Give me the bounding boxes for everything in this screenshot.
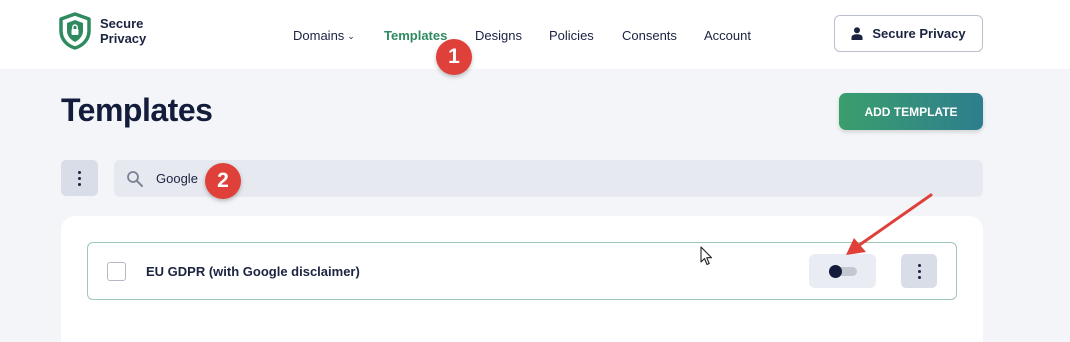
row-select-checkbox[interactable]	[107, 262, 126, 281]
template-row[interactable]: EU GDPR (with Google disclaimer)	[87, 242, 957, 300]
search-icon	[127, 170, 143, 187]
nav-item-designs[interactable]: Designs	[475, 28, 522, 43]
chevron-down-icon: ⌄	[347, 31, 355, 41]
brand-name: Secure Privacy	[100, 16, 146, 46]
nav-item-policies[interactable]: Policies	[549, 28, 594, 43]
nav-item-label: Domains	[293, 28, 345, 43]
bulk-actions-menu-button[interactable]	[61, 160, 98, 196]
brand-logo[interactable]: Secure Privacy	[58, 12, 146, 50]
nav-item-templates[interactable]: Templates	[384, 28, 447, 43]
template-enabled-toggle[interactable]	[809, 254, 876, 288]
nav-item-account[interactable]: Account	[704, 28, 751, 43]
page-title: Templates	[61, 92, 213, 128]
nav-item-consents[interactable]: Consents	[622, 28, 677, 43]
mouse-cursor-icon	[700, 246, 713, 266]
kebab-icon	[78, 170, 81, 186]
user-account-label: Secure Privacy	[872, 26, 966, 41]
template-name: EU GDPR (with Google disclaimer)	[146, 264, 360, 279]
user-icon	[851, 27, 863, 40]
brand-name-line2: Privacy	[100, 31, 147, 46]
nav-item-domains[interactable]: Domains ⌄	[293, 28, 355, 43]
user-account-button[interactable]: Secure Privacy	[834, 15, 983, 52]
step-badge-1: 1	[436, 39, 472, 75]
template-row-menu-button[interactable]	[901, 254, 937, 288]
search-bar[interactable]	[114, 160, 983, 197]
brand-name-line1: Secure	[100, 16, 144, 31]
search-input[interactable]	[156, 171, 856, 186]
shield-lock-icon	[59, 12, 91, 50]
add-template-button[interactable]: ADD TEMPLATE	[839, 93, 983, 130]
top-navbar: Secure Privacy Domains ⌄ Templates Design…	[0, 0, 1070, 69]
step-badge-2: 2	[205, 163, 241, 199]
kebab-icon	[917, 263, 921, 279]
toggle-knob	[829, 265, 842, 278]
